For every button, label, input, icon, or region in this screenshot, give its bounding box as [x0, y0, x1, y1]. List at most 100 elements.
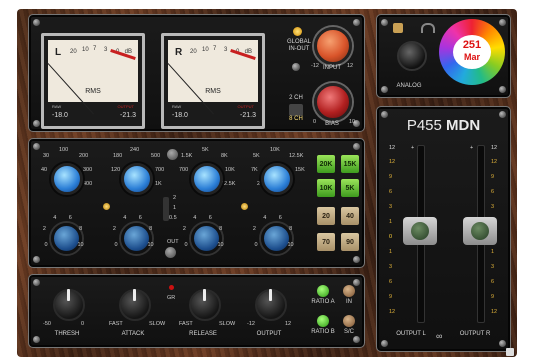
- eq-gain-tick: 2: [252, 226, 256, 233]
- raw-readout: -18.0: [172, 112, 188, 119]
- eq-freq-knob-band3[interactable]: [191, 163, 223, 195]
- output-r-label: OUTPUT R: [459, 331, 491, 337]
- eq-gain-tick: 4: [263, 214, 267, 221]
- ratio-b-button[interactable]: [317, 315, 329, 327]
- eq-out-switch[interactable]: [165, 247, 176, 258]
- lpf-40-button[interactable]: 40: [341, 207, 359, 225]
- hpf-10k-button[interactable]: 10K: [317, 179, 335, 197]
- vu-meter-left: L 20 10 7 3 0 dB RMS RAW OUTPUT -18.0 -2…: [41, 33, 145, 129]
- plugin-window: L 20 10 7 3 0 dB RMS RAW OUTPUT -18.0 -2…: [0, 0, 535, 363]
- sticker-badge-line1: 251: [462, 39, 482, 51]
- channel-mode-switch[interactable]: [289, 104, 303, 116]
- hpf-15k-button[interactable]: 15K: [341, 155, 359, 173]
- eq-gain-tick: 10: [147, 241, 154, 248]
- eq-gain-tick: 0: [114, 241, 118, 248]
- fader-scale-tick: 9: [491, 294, 495, 300]
- eq-gain-tick: 10: [77, 241, 84, 248]
- eq-gain-tick: 0: [254, 241, 258, 248]
- fader-panel: P455 MDN 12 + + 12 1296310136912 1296310…: [376, 106, 511, 352]
- lpf-20-button[interactable]: 20: [317, 207, 335, 225]
- ratio-b-label: RATIO B: [311, 329, 335, 335]
- fader-scale-tick: 9: [491, 174, 495, 180]
- eq-gain-tick: 6: [208, 214, 212, 221]
- ratio-a-button[interactable]: [317, 285, 329, 297]
- resize-handle-icon[interactable]: [506, 348, 514, 356]
- fader-scale-tick: 12: [389, 309, 396, 315]
- fader-scale-tick: 1: [491, 249, 495, 255]
- input-label: INPUT: [323, 65, 341, 71]
- hpf-5k-button[interactable]: 5K: [341, 179, 359, 197]
- global-in-out-led[interactable]: [293, 27, 302, 36]
- global-in-out-label: GLOBAL IN-OUT: [286, 39, 311, 52]
- hpf-20k-button[interactable]: 20K: [317, 155, 335, 173]
- rms-label: RMS: [85, 88, 101, 95]
- in-label: IN: [346, 299, 352, 305]
- eq-gain-tick: 2: [112, 226, 116, 233]
- output-label: OUTPUT: [256, 331, 282, 337]
- thresh-knob[interactable]: [53, 289, 85, 321]
- bias-knob[interactable]: [314, 83, 352, 121]
- sidechain-button[interactable]: [343, 315, 355, 327]
- input-knob[interactable]: [314, 27, 352, 65]
- release-knob[interactable]: [189, 289, 221, 321]
- brand-logo-icon: [393, 23, 403, 33]
- eq-gain-tick: 8: [219, 226, 223, 233]
- eq-gain-knob-band3[interactable]: [191, 223, 222, 254]
- eq-gain-knob-band4[interactable]: [261, 223, 292, 254]
- analog-label: ANALOG: [396, 83, 422, 89]
- eq-lamp-icon: [241, 203, 248, 210]
- fader-scale-tick: 0: [389, 234, 393, 240]
- fader-scale-tick: 3: [389, 204, 393, 210]
- fader-scale-tick: 6: [389, 279, 393, 285]
- gr-label: GR: [167, 295, 176, 301]
- channel-mode-selected: 8 CH: [289, 116, 303, 122]
- vu-channel-label: L: [55, 47, 62, 58]
- output-knob[interactable]: [255, 289, 287, 321]
- product-title: P455 MDN: [406, 117, 481, 134]
- eq-gain-tick: 2: [182, 226, 186, 233]
- output-fader-right[interactable]: [463, 217, 497, 245]
- eq-gain-tick: 4: [193, 214, 197, 221]
- fader-scale-tick: 3: [491, 264, 495, 270]
- eq-freq-knob-band4[interactable]: [261, 163, 293, 195]
- fader-scale-tick: 12: [491, 159, 498, 165]
- eq-gain-tick: 8: [79, 226, 83, 233]
- eq-gain-tick: 0: [44, 241, 48, 248]
- analog-knob[interactable]: [397, 41, 427, 71]
- thresh-label: THRESH: [54, 331, 80, 337]
- fader-scale-tick: 6: [491, 189, 495, 195]
- eq-band-switch[interactable]: [167, 149, 178, 160]
- release-label: RELEASE: [189, 331, 217, 337]
- fader-scale-tick: 12: [491, 309, 498, 315]
- eq-gain-tick: 2: [42, 226, 46, 233]
- eq-gain-tick: 0: [184, 241, 188, 248]
- output-fader-left[interactable]: [403, 217, 437, 245]
- eq-gain-tick: 4: [123, 214, 127, 221]
- eq-gain-tick: 4: [53, 214, 57, 221]
- fader-scale-tick: 12: [389, 159, 396, 165]
- eq-gain-tick: 6: [138, 214, 142, 221]
- output-readout: -21.3: [240, 112, 256, 119]
- raw-readout: -18.0: [52, 112, 68, 119]
- sidechain-label: S/C: [343, 329, 354, 335]
- in-button[interactable]: [343, 285, 355, 297]
- fader-scale-tick: 6: [389, 189, 393, 195]
- eq-gain-knob-band1[interactable]: [51, 223, 82, 254]
- output-l-label: OUTPUT L: [396, 331, 426, 337]
- eq-panel: 100 200 300 400 40 30 240 500 700 1K 120…: [28, 138, 365, 268]
- eq-gain-knob-band2[interactable]: [121, 223, 152, 254]
- eq-q-selector[interactable]: [163, 197, 169, 221]
- fader-scale-tick: 9: [389, 294, 393, 300]
- output-readout: -21.3: [120, 112, 136, 119]
- eq-freq-knob-band1[interactable]: [51, 163, 83, 195]
- fader-scale-tick: 9: [389, 174, 393, 180]
- fader-scale-tick: 1: [389, 249, 393, 255]
- lpf-70-button[interactable]: 70: [317, 233, 335, 251]
- attack-knob[interactable]: [119, 289, 151, 321]
- attack-label: ATTACK: [121, 331, 145, 337]
- vu-meter-right: R 20 10 7 3 0 dB RMS RAW OUTPUT -18.0 -2…: [161, 33, 265, 129]
- dynamics-panel: -50 0 THRESH FAST SLOW ATTACK GR FAST SL…: [28, 274, 365, 348]
- eq-freq-knob-band2[interactable]: [121, 163, 153, 195]
- lpf-90-button[interactable]: 90: [341, 233, 359, 251]
- link-icon[interactable]: ∞: [436, 331, 442, 341]
